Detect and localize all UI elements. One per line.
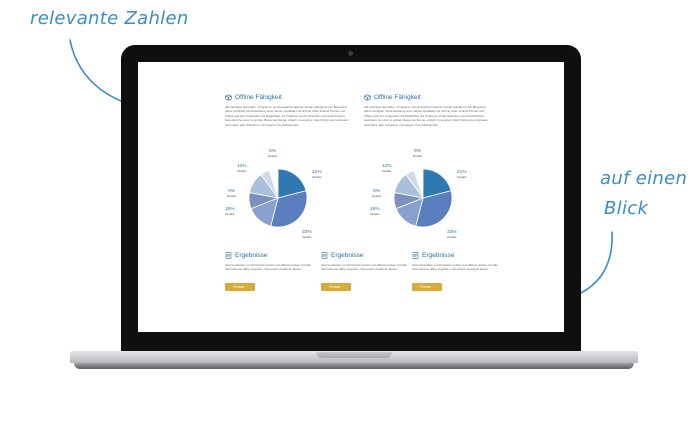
pie-label: 33% Details (447, 230, 457, 239)
document-icon (321, 252, 328, 259)
produkt-button[interactable]: Produkt › (225, 283, 255, 292)
result-body: Nach Ausstellern und Produkten sortiert … (225, 263, 311, 272)
section-title: Offline Fähigkeit (374, 94, 421, 101)
pie-chart-svg (248, 168, 308, 228)
pie-label: 12% Details (237, 164, 247, 173)
produkt-button[interactable]: Produkt › (412, 283, 442, 292)
produkt-button[interactable]: Produkt › (321, 283, 351, 292)
section-body: Alle wichtigen Ausstellter-, Programm- u… (225, 105, 349, 127)
pie-chart-2: 21% Details 33% Details 15% Details 9% Detai… (367, 148, 477, 248)
pie-label: 21% Details (457, 170, 467, 179)
result-title: Ergebnisse (331, 252, 364, 259)
pie-label: 33% Details (302, 230, 312, 239)
cube-icon (225, 94, 232, 101)
pie-label: 9% Details (372, 189, 382, 198)
pie-label: 12% Details (382, 164, 392, 173)
pie-chart-svg (393, 168, 453, 228)
camera-icon (348, 51, 353, 56)
chevron-right-icon: › (245, 285, 248, 290)
cube-icon (364, 94, 371, 101)
chevron-right-icon: › (341, 285, 344, 290)
pie-label: 15% Details (225, 207, 235, 216)
document-icon (225, 252, 232, 259)
pie-label: 21% Details (312, 170, 322, 179)
pie-label: 5% Details (268, 149, 278, 158)
result-title: Ergebnisse (422, 252, 455, 259)
section-offline-1: Offline Fähigkeit Alle wichtigen Ausstel… (225, 94, 349, 127)
chevron-right-icon: › (432, 285, 435, 290)
laptop-screen: Offline Fähigkeit Alle wichtigen Ausstel… (138, 62, 564, 332)
result-title: Ergebnisse (235, 252, 268, 259)
pie-chart-1: 21% Details 33% Details 15% Details 9% Detai… (222, 148, 332, 248)
pie-label: 9% Details (227, 189, 237, 198)
laptop-notch (316, 352, 392, 358)
section-offline-2: Offline Fähigkeit Alle wichtigen Ausstel… (364, 94, 488, 127)
result-body: Nach Ausstellern und Produkten sortiert … (321, 263, 407, 272)
section-title: Offline Fähigkeit (235, 94, 282, 101)
document-icon (412, 252, 419, 259)
result-card-1: Ergebnisse Nach Ausstellern und Produkte… (225, 252, 311, 292)
result-card-3: Ergebnisse Nach Ausstellern und Produkte… (412, 252, 498, 292)
section-body: Alle wichtigen Ausstellter-, Programm- u… (364, 105, 488, 127)
laptop-base-edge (74, 363, 634, 369)
result-body: Nach Ausstellern und Produkten sortiert … (412, 263, 498, 272)
result-card-2: Ergebnisse Nach Ausstellern und Produkte… (321, 252, 407, 292)
pie-label: 5% Details (413, 149, 423, 158)
pie-label: 15% Details (370, 207, 380, 216)
laptop-bezel: Offline Fähigkeit Alle wichtigen Ausstel… (121, 45, 581, 355)
